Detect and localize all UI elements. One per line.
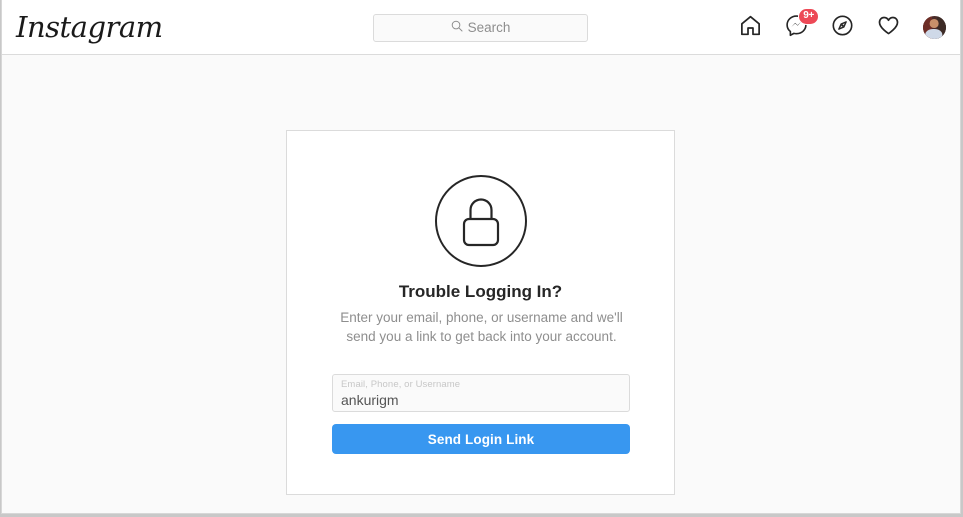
- avatar-body: [925, 28, 943, 39]
- card-description: Enter your email, phone, or username and…: [340, 310, 623, 344]
- search-icon: [451, 19, 463, 37]
- page-title: Trouble Logging In?: [398, 282, 563, 301]
- instagram-logo[interactable]: Instagram: [16, 8, 163, 46]
- avatar: [922, 16, 946, 39]
- explore-button[interactable]: [829, 14, 855, 42]
- site-header: Instagram Search 9+: [2, 0, 960, 55]
- heart-icon: [877, 14, 900, 42]
- messages-button[interactable]: 9+: [783, 7, 819, 41]
- avatar-head: [929, 19, 939, 28]
- activity-button[interactable]: [875, 15, 901, 41]
- identifier-field-label: Email, Phone, or Username: [341, 379, 461, 390]
- trouble-logging-in-card: Trouble Logging In? Enter your email, ph…: [286, 130, 675, 495]
- search-input[interactable]: Search: [373, 14, 588, 42]
- home-button[interactable]: [737, 15, 763, 41]
- compass-icon: [831, 14, 854, 42]
- browser-viewport: Instagram Search 9+ Trouble Logging In? …: [1, 0, 961, 514]
- home-icon: [739, 14, 762, 42]
- header-nav: 9+: [737, 0, 947, 55]
- profile-button[interactable]: [921, 15, 947, 41]
- search-placeholder: Search: [467, 20, 511, 35]
- identifier-input[interactable]: [341, 391, 621, 409]
- identifier-field[interactable]: Email, Phone, or Username: [332, 374, 630, 412]
- lock-icon: [433, 173, 529, 269]
- message-badge: 9+: [798, 7, 819, 25]
- send-login-link-button[interactable]: Send Login Link: [332, 424, 630, 454]
